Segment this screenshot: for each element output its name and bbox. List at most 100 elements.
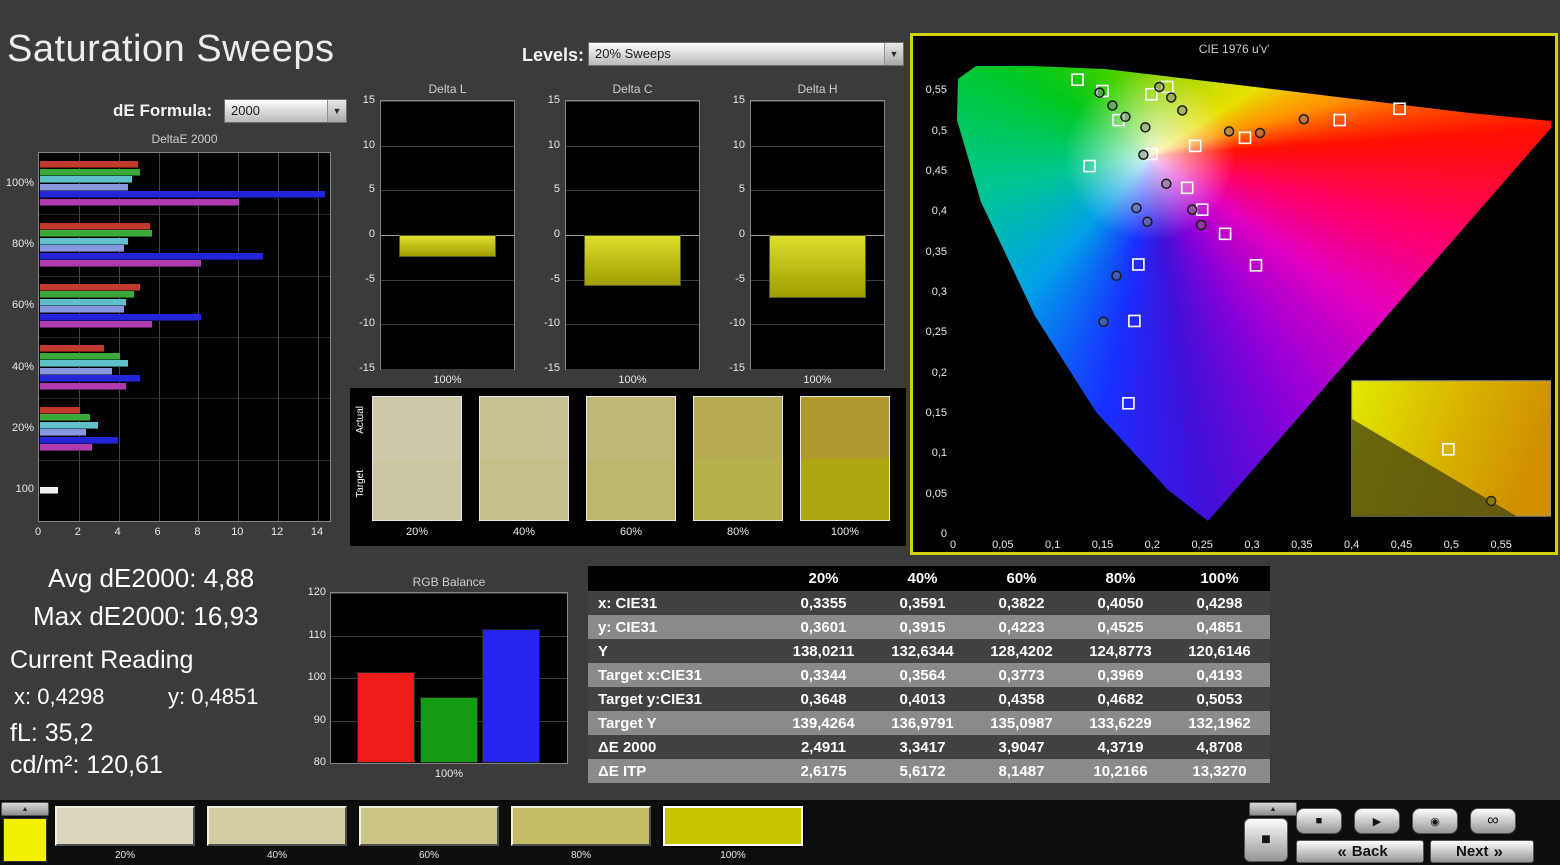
- y-axis-tick-label: -10: [729, 317, 745, 330]
- table-cell: 3,9047: [998, 738, 1045, 756]
- target-marker: [1083, 159, 1096, 173]
- y-axis-tick-label: 110: [308, 628, 326, 641]
- group-separator: [39, 398, 330, 400]
- table-cell: 0,4013: [899, 690, 946, 708]
- gridline: [566, 101, 699, 102]
- y-axis-tick-label: -15: [359, 362, 375, 374]
- group-separator: [39, 337, 330, 338]
- table-cell: 0,4223: [998, 618, 1045, 636]
- gridline: [381, 369, 514, 370]
- patch-percent-label: 60%: [619, 526, 643, 538]
- bar: [40, 283, 140, 291]
- record-button[interactable]: ◉: [1412, 808, 1458, 834]
- y-axis-tick-label: 5: [738, 183, 745, 196]
- stop-button[interactable]: ■: [1296, 808, 1342, 834]
- x-axis-tick-label: 0,4: [1344, 539, 1360, 551]
- table-row: Target Y 139,4264 136,9791 135,0987 133,6229…: [588, 711, 1270, 735]
- delta-c-chart-title: Delta C: [612, 82, 653, 96]
- patch-button-label: 40%: [266, 850, 287, 861]
- patch-button-100%[interactable]: 100%: [663, 806, 803, 862]
- y-axis-tick-label: 5: [368, 183, 375, 196]
- gridline: [751, 324, 884, 326]
- play-button[interactable]: ▶: [1354, 808, 1400, 834]
- target-marker: [1188, 139, 1202, 153]
- measurement-marker: [1094, 87, 1105, 98]
- x-axis-tick-label: 2: [74, 526, 81, 538]
- bar: [40, 345, 104, 353]
- bar: [40, 352, 120, 360]
- y-axis-group-label: 60%: [11, 299, 34, 312]
- gridline: [381, 324, 514, 326]
- table-cell: 3,3417: [899, 738, 946, 756]
- y-axis-tick-label: 0,35: [925, 245, 947, 258]
- x-axis-tick-label: 10: [231, 526, 244, 538]
- measurement-marker: [1254, 127, 1266, 139]
- chevron-down-icon: ▼: [884, 43, 903, 65]
- bar: [40, 230, 152, 237]
- table-row: y: CIE31 0,3601 0,3915 0,4223 0,4525 0,4851: [588, 615, 1270, 639]
- bottom-toolbar: ▲ 20% 40% 60% 80% 100% ▲ ■ ■ ▶ ◉ ∞ « Back Next …: [0, 800, 1560, 865]
- table-row: Target x:CIE31 0,3344 0,3564 0,3773 0,3969 0,…: [588, 663, 1270, 687]
- gridline: [751, 145, 884, 147]
- x-axis-tick-label: 0,55: [1490, 539, 1512, 551]
- table-row: ΔE ITP 2,6175 5,6172 8,1487 10,2166 13,3270: [588, 759, 1270, 783]
- x-axis-tick-label: 0,3: [1244, 539, 1260, 551]
- next-button[interactable]: Next »: [1430, 840, 1534, 863]
- x-axis-tick-label: 8: [194, 526, 201, 538]
- measurement-marker: [1186, 204, 1198, 215]
- table-cell: 0,3969: [1097, 666, 1144, 684]
- display-mode-button[interactable]: ■: [1244, 818, 1288, 862]
- back-button[interactable]: « Back: [1296, 840, 1424, 863]
- current-patch-swatch: [3, 818, 47, 862]
- table-cell: 2,4911: [800, 738, 847, 756]
- y-axis-group-label: 100: [15, 483, 34, 496]
- measurement-marker: [1120, 111, 1131, 123]
- bar: [40, 260, 202, 267]
- patch-comparison-swatch: [479, 396, 569, 521]
- gridline: [566, 324, 699, 326]
- patch-percent-label: 100%: [830, 526, 860, 538]
- target-marker: [1071, 73, 1084, 87]
- gridline: [566, 145, 699, 147]
- levels-dropdown[interactable]: 20% Sweeps ▼: [588, 42, 904, 66]
- patch-button-40%[interactable]: 40%: [207, 806, 347, 862]
- de-formula-dropdown[interactable]: 2000 ▼: [224, 99, 347, 123]
- table-row: Target y:CIE31 0,3648 0,4013 0,4358 0,4682 0,…: [588, 687, 1270, 711]
- measurement-marker: [1098, 316, 1109, 328]
- x-axis-tick-label: 0,45: [1390, 539, 1413, 551]
- table-cell: 132,1962: [1188, 714, 1251, 732]
- y-axis-tick-label: 15: [547, 94, 560, 106]
- x-axis-tick-label: 14: [310, 526, 324, 538]
- bar: [40, 245, 124, 252]
- x-axis-tick-label: 0,15: [1091, 539, 1114, 551]
- measurement-marker: [1131, 202, 1142, 214]
- patch-comparison-swatch: [693, 396, 783, 521]
- table-cell: 4,3719: [1097, 738, 1144, 756]
- y-axis-tick-label: 0,55: [925, 84, 947, 97]
- patch-button-80%[interactable]: 80%: [511, 806, 651, 862]
- collapse-right-button[interactable]: ▲: [1249, 802, 1297, 816]
- table-cell: 0,3601: [800, 618, 847, 636]
- y-axis-tick-label: -10: [359, 317, 375, 330]
- patch-percent-label: 80%: [726, 526, 750, 538]
- patch-button-20%[interactable]: 20%: [55, 806, 195, 862]
- collapse-left-button[interactable]: ▲: [1, 802, 49, 816]
- patch-button-60%[interactable]: 60%: [359, 806, 499, 862]
- y-axis-tick-label: 0,4: [931, 205, 947, 218]
- loop-button[interactable]: ∞: [1470, 808, 1516, 834]
- current-y-value: y: 0,4851: [168, 684, 259, 709]
- y-axis-tick-label: 0,5: [931, 124, 947, 137]
- column-header: 60%: [1006, 570, 1037, 587]
- column-header: 80%: [1105, 570, 1136, 587]
- measurement-marker: [1176, 105, 1188, 116]
- de-formula-label: dE Formula:: [113, 101, 213, 120]
- target-color: [801, 458, 889, 520]
- patch-button-label: 80%: [570, 850, 591, 861]
- target-marker: [1195, 203, 1209, 216]
- patch-comparison-swatch: [372, 396, 462, 521]
- x-axis-category-label: 100%: [618, 374, 647, 386]
- cie-diagram-panel: CIE 1976 u'v' 0 0,05 0,1 0,15 0,2 0,25 0,3 0,35…: [910, 33, 1558, 555]
- target-marker: [1218, 227, 1232, 241]
- levels-value: 20% Sweeps: [595, 46, 671, 61]
- y-axis-tick-label: 100: [307, 671, 326, 683]
